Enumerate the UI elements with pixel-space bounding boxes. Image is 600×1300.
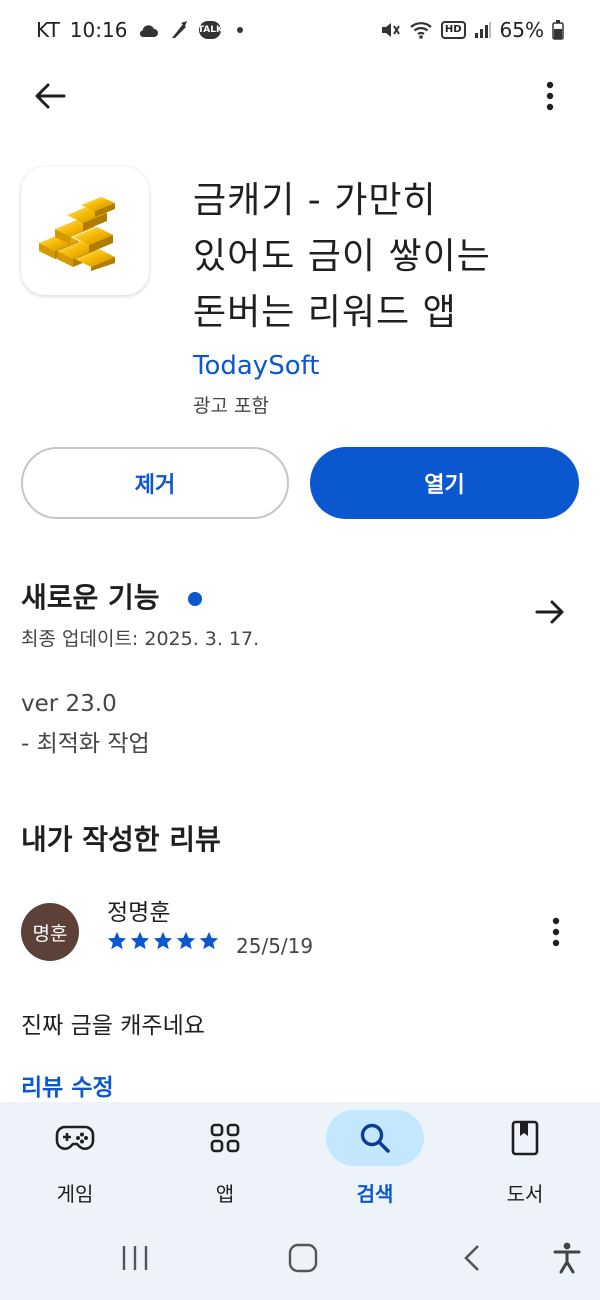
more-vert-icon xyxy=(552,917,560,947)
star-icon xyxy=(199,931,219,950)
open-button[interactable]: 열기 xyxy=(310,447,579,519)
accessibility-button[interactable] xyxy=(537,1234,597,1282)
back-button[interactable] xyxy=(26,74,74,118)
gamepad-icon xyxy=(55,1125,95,1150)
back-arrow-icon xyxy=(35,83,66,109)
clock: 10:16 xyxy=(69,18,128,42)
chevron-left-icon xyxy=(464,1245,479,1271)
review-options-button[interactable] xyxy=(534,910,578,954)
recent-apps-button[interactable] xyxy=(105,1234,165,1282)
system-navigation-bar xyxy=(0,1216,600,1300)
star-icon xyxy=(153,931,173,950)
home-button[interactable] xyxy=(273,1234,333,1282)
recents-icon xyxy=(122,1246,148,1270)
notification-dot-icon xyxy=(237,27,244,33)
search-icon xyxy=(360,1123,390,1153)
release-note-item: - 최적화 작업 xyxy=(21,731,150,757)
nav-label: 검색 xyxy=(356,1182,394,1206)
star-icon xyxy=(107,931,127,950)
whats-new-arrow-button[interactable] xyxy=(528,590,572,634)
reviewer-name: 정명훈 xyxy=(107,900,171,926)
gold-bars-icon xyxy=(39,197,115,271)
app-icon xyxy=(21,167,149,295)
release-notes: ver 23.0 - 최적화 작업 xyxy=(21,684,150,764)
more-vert-icon xyxy=(546,81,554,111)
app-header: 금캐기 - 가만히 있어도 금이 쌓이는 돈버는 리워드 앱 TodaySoft… xyxy=(0,165,600,425)
my-review-title: 내가 작성한 리뷰 xyxy=(21,823,221,856)
edit-review-link[interactable]: 리뷰 수정 xyxy=(21,1068,114,1102)
nav-item-books[interactable]: 도서 xyxy=(450,1102,600,1216)
uninstall-button[interactable]: 제거 xyxy=(21,447,289,519)
kakaotalk-icon: TALK xyxy=(198,21,223,39)
status-bar: KT 10:16 TALK HD 65% xyxy=(0,0,600,60)
nav-item-search[interactable]: 검색 xyxy=(300,1102,450,1216)
system-back-button[interactable] xyxy=(442,1234,502,1282)
battery-percent: 65% xyxy=(499,18,544,42)
bottom-navigation: 게임 앱 검색 도서 xyxy=(0,1102,600,1216)
hd-voice-icon: HD xyxy=(440,21,466,39)
developer-link[interactable]: TodaySoft xyxy=(193,351,320,381)
battery-icon xyxy=(552,20,564,40)
star-rating xyxy=(106,930,220,952)
new-indicator-dot xyxy=(188,592,202,606)
review-text: 진짜 금을 캐주네요 xyxy=(21,1013,205,1039)
carrier-label: KT xyxy=(36,18,60,42)
nav-pill xyxy=(476,1110,574,1166)
contains-ads-label: 광고 포함 xyxy=(193,395,269,417)
app-title: 금캐기 - 가만히 있어도 금이 쌓이는 돈버는 리워드 앱 xyxy=(193,173,573,341)
whats-new-section[interactable]: 새로운 기능 최종 업데이트: 2025. 3. 17. xyxy=(0,570,600,660)
top-app-bar xyxy=(0,60,600,132)
nav-pill xyxy=(26,1110,124,1166)
more-options-button[interactable] xyxy=(528,74,572,118)
nav-pill xyxy=(176,1110,274,1166)
wifi-icon xyxy=(409,20,433,40)
nav-pill-active xyxy=(326,1110,424,1166)
accessibility-icon xyxy=(553,1242,581,1274)
nav-item-apps[interactable]: 앱 xyxy=(150,1102,300,1216)
nav-label: 도서 xyxy=(506,1182,544,1206)
home-icon xyxy=(288,1243,318,1273)
signal-icon xyxy=(474,21,492,39)
nav-item-games[interactable]: 게임 xyxy=(0,1102,150,1216)
star-icon xyxy=(176,931,196,950)
apps-grid-icon xyxy=(210,1123,240,1153)
version-label: ver 23.0 xyxy=(21,691,117,717)
feather-pen-icon xyxy=(169,20,189,40)
arrow-forward-icon xyxy=(535,600,564,624)
action-buttons: 제거 열기 xyxy=(21,447,579,519)
star-icon xyxy=(130,931,150,950)
app-title-line: 있어도 금이 쌓이는 xyxy=(193,236,491,277)
app-title-line: 돈버는 리워드 앱 xyxy=(193,292,457,333)
app-title-line: 금캐기 - 가만히 xyxy=(193,180,437,221)
nav-label: 앱 xyxy=(215,1182,235,1206)
last-updated-label: 최종 업데이트: 2025. 3. 17. xyxy=(21,628,260,650)
review-date: 25/5/19 xyxy=(236,934,314,958)
book-icon xyxy=(511,1120,539,1156)
nav-label: 게임 xyxy=(56,1182,94,1206)
mute-icon xyxy=(379,20,401,40)
cloud-icon xyxy=(137,22,159,38)
whats-new-title: 새로운 기능 xyxy=(21,581,160,614)
avatar: 명훈 xyxy=(21,903,79,961)
